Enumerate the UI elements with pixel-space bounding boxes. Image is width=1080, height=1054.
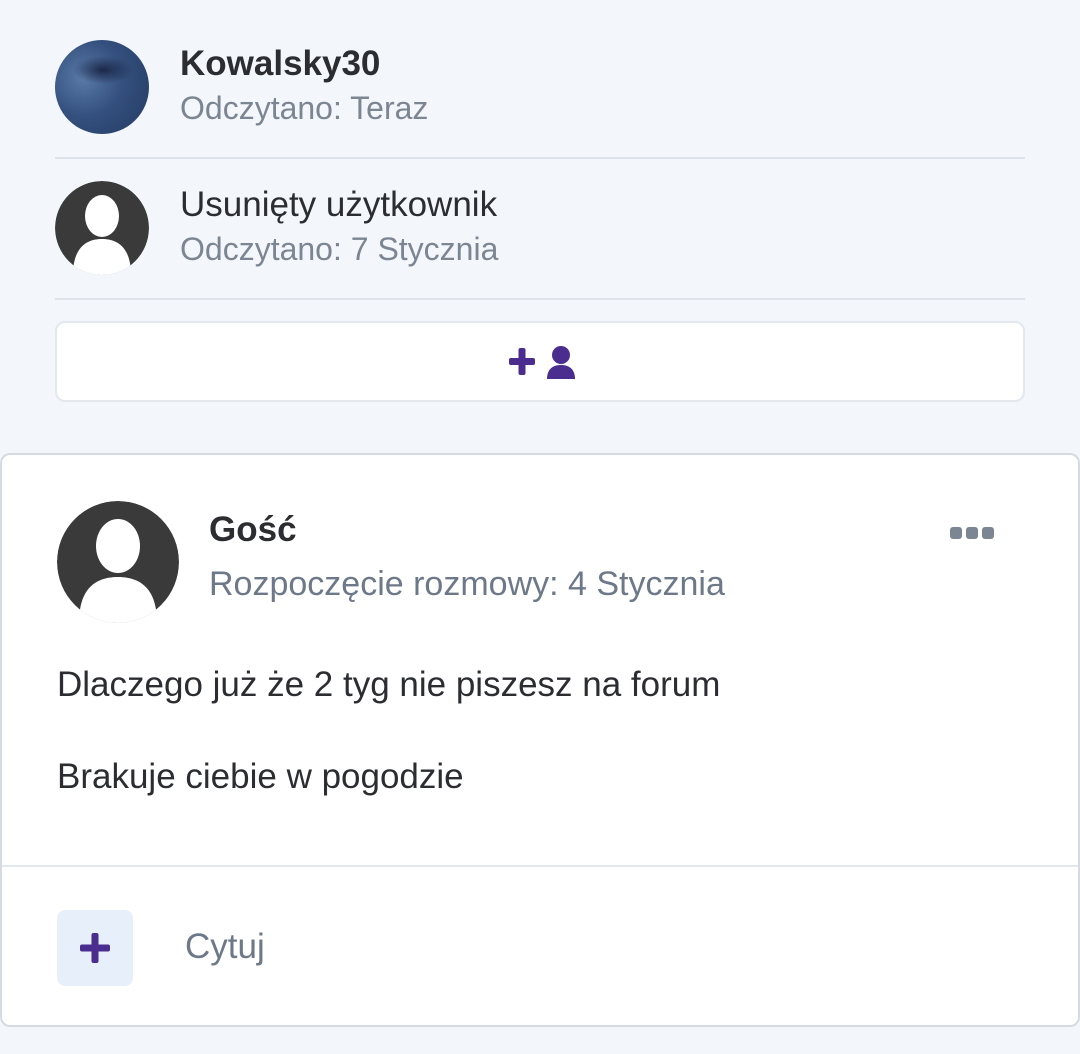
user-plus-icon: [505, 343, 579, 383]
read-status: Odczytano: Teraz: [180, 90, 429, 126]
more-dots-icon[interactable]: [946, 521, 998, 545]
message-card: Gość Rozpoczęcie rozmowy: 4 Stycznia Dla…: [0, 453, 1080, 1027]
divider: [2, 865, 1078, 867]
user-photo-avatar[interactable]: [55, 40, 149, 134]
default-user-avatar: [55, 181, 149, 275]
plus-icon[interactable]: [57, 910, 133, 986]
message-text: Dlaczego już że 2 tyg nie piszesz na for…: [57, 665, 721, 704]
read-status: Odczytano: 7 Stycznia: [180, 231, 499, 267]
participant-name[interactable]: Kowalsky30: [180, 44, 380, 84]
add-participant-button[interactable]: [55, 321, 1025, 402]
message-author: Gość: [209, 510, 297, 549]
message-text: Brakuje ciebie w pogodzie: [57, 757, 464, 796]
conversation-start-date: Rozpoczęcie rozmowy: 4 Stycznia: [209, 565, 725, 603]
quote-button[interactable]: Cytuj: [185, 927, 265, 967]
participants-panel: Kowalsky30 Odczytano: Teraz Usunięty uży…: [0, 0, 1080, 455]
participant-row[interactable]: Usunięty użytkownik Odczytano: 7 Styczni…: [55, 159, 1025, 300]
participant-row[interactable]: Kowalsky30 Odczytano: Teraz: [55, 18, 1025, 159]
participant-name: Usunięty użytkownik: [180, 185, 498, 224]
guest-avatar: [57, 501, 179, 623]
